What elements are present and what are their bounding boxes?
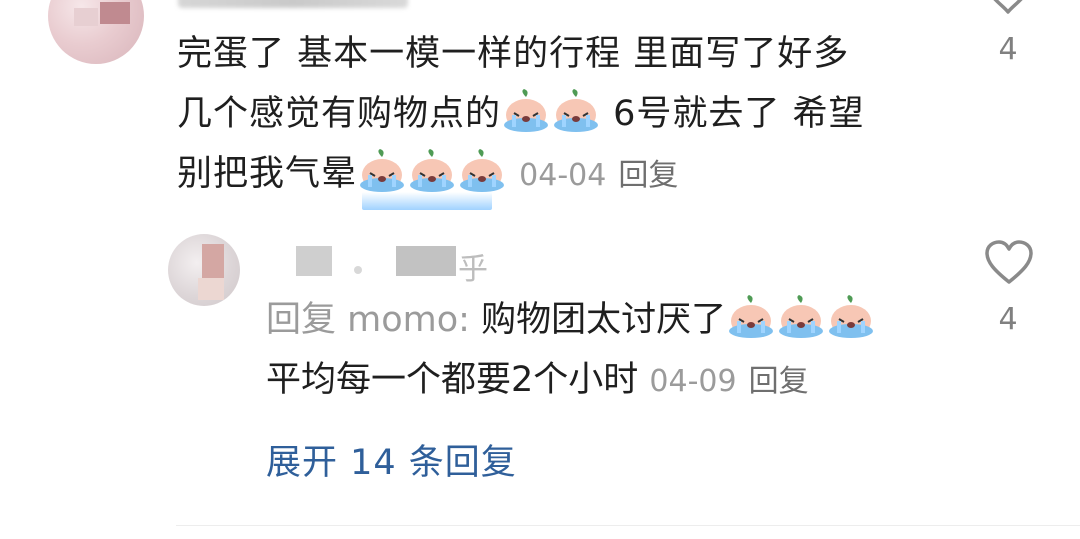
avatar-pixelation <box>100 2 130 24</box>
avatar-pixelation <box>74 8 98 26</box>
crying-peach-emoji <box>827 295 875 339</box>
blur-block <box>354 266 362 274</box>
blur-block <box>296 246 332 276</box>
selection-highlight <box>362 192 492 210</box>
reply-line: 回复 momo: 购物团太讨厌了 <box>266 290 966 350</box>
reply-body: 回复 momo: 购物团太讨厌了 平均每一个都要2个小时 04-09 回复 <box>266 290 966 412</box>
reply-to-prefix[interactable]: 回复 momo: <box>266 300 481 340</box>
crying-peach-emoji <box>777 295 825 339</box>
commenter-name-blurred[interactable] <box>178 0 408 8</box>
commenter-avatar[interactable] <box>48 0 144 64</box>
divider <box>176 525 1080 526</box>
crying-peach-emoji <box>727 295 775 339</box>
crying-peach-emoji <box>358 149 406 193</box>
comment-line: 完蛋了 基本一模一样的行程 里面写了好多 <box>177 34 850 74</box>
blur-block <box>396 246 456 276</box>
reply-reply-button[interactable]: 回复 <box>749 364 809 399</box>
expand-replies-link[interactable]: 展开 14 条回复 <box>266 434 517 485</box>
reply-date: 04-09 <box>649 364 737 399</box>
avatar-pixelation <box>198 278 224 300</box>
crying-peach-emoji <box>408 149 456 193</box>
reply-line: 平均每一个都要2个小时 04-09 回复 <box>266 360 809 400</box>
comment-reply-button[interactable]: 回复 <box>618 158 678 193</box>
comment-like-count: 4 <box>998 32 1018 67</box>
like-heart-icon[interactable] <box>984 240 1034 286</box>
comment-line: 几个感觉有购物点的 6号就去了 希望 <box>177 84 937 144</box>
comment-body: 完蛋了 基本一模一样的行程 里面写了好多 几个感觉有购物点的 6号就去了 希望 … <box>177 24 937 206</box>
crying-peach-emoji <box>502 89 550 133</box>
comment-date: 04-04 <box>519 158 607 193</box>
reply-meta: 04-09 回复 <box>649 364 808 399</box>
crying-peach-emoji <box>458 149 506 193</box>
reply-like-count: 4 <box>998 302 1018 337</box>
comment-meta: 04-04 回复 <box>519 158 678 193</box>
reply-avatar[interactable] <box>168 234 240 306</box>
avatar-pixelation <box>202 244 224 278</box>
like-heart-icon[interactable] <box>982 0 1034 16</box>
reply-author-name-blurred[interactable]: 乎 <box>296 242 496 287</box>
crying-peach-emoji <box>552 89 600 133</box>
reply-author-name-tail: 乎 <box>458 252 488 287</box>
comment-line: 别把我气晕 04-04 回复 <box>177 144 937 206</box>
